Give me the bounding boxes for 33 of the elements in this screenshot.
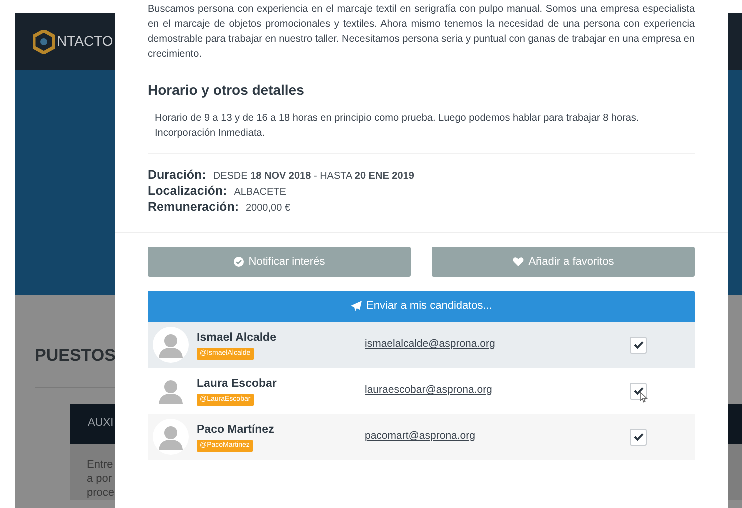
checkbox[interactable] <box>630 336 647 354</box>
detail-value: ALBACETE <box>234 186 286 200</box>
card-text: a por <box>87 472 114 486</box>
check-circle-icon <box>234 257 244 267</box>
avatar-icon <box>153 419 189 455</box>
detail-label: Localización: <box>148 184 228 199</box>
mouse-pointer-icon <box>640 392 648 403</box>
job-description: Buscamos persona con experiencia en el marcaje textil en serigrafía con pulpo manual. Somos una empresa especialista en el marcaje de objetos promocionales y textiles. Ahora mismo tenemos la necesidad de una persona con experiencia demostrable para trabajar en nuestro taller. Necesitamos persona seria y puntual con ganas de trabajar en una empresa en crecimiento. <box>148 3 695 62</box>
heart-icon <box>512 257 524 267</box>
detail-value: 2000,00 € <box>246 202 290 216</box>
logo-icon <box>33 30 55 54</box>
check-icon <box>634 387 644 395</box>
detail-label: Duración: <box>148 168 206 183</box>
card-text: Entre <box>87 458 114 472</box>
checkbox[interactable] <box>630 428 647 446</box>
candidate-name: Ismael Alcalde <box>197 330 276 346</box>
check-icon <box>634 341 644 349</box>
schedule-text: Horario de 9 a 13 y de 16 a 18 horas en principio como prueba. Luego podemos hablar para trabajar 8 horas. Incorporación Inmediata. <box>154 112 640 141</box>
email-link[interactable]: pacomart@asprona.org <box>365 429 630 445</box>
check-icon <box>634 433 644 441</box>
email-link[interactable]: ismaelalcalde@asprona.org <box>365 337 630 353</box>
detail-label: Remuneración: <box>148 200 239 215</box>
section-title: PUESTOS <box>35 345 116 367</box>
email-link[interactable]: lauraescobar@asprona.org <box>365 383 630 399</box>
candidate-name: Laura Escobar <box>197 376 277 392</box>
section-heading: Horario y otros detalles <box>148 81 306 100</box>
detail-value: DESDE 18 NOV 2018 - HASTA 20 ENE 2019 <box>213 170 414 184</box>
avatar-icon <box>153 327 189 363</box>
card-title: AUXI <box>88 416 114 432</box>
paper-plane-icon <box>350 301 362 312</box>
card-text: proce <box>87 486 116 500</box>
candidate-name: Paco Martínez <box>197 422 274 438</box>
logo-text: NTACTO <box>57 32 114 51</box>
